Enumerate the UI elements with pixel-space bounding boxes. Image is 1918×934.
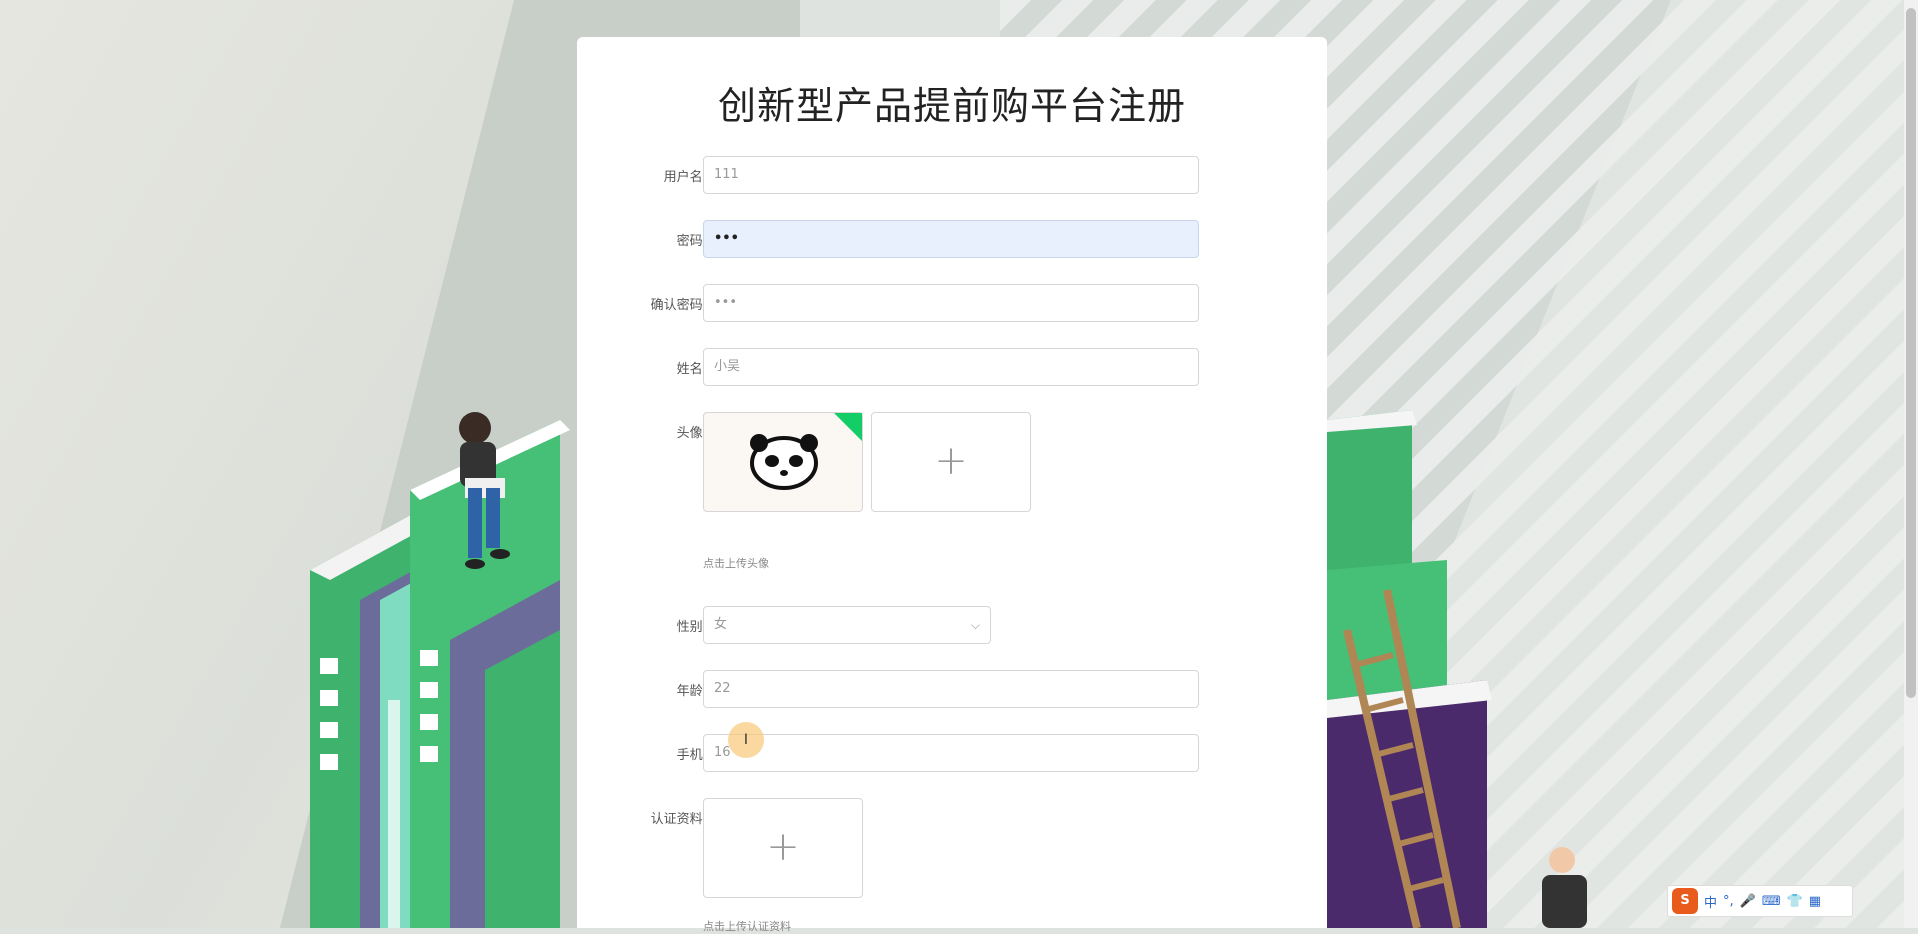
plus-icon: + [934,438,968,485]
username-label: 用户名: [663,170,707,185]
ime-punctuation[interactable]: °, [1723,894,1734,909]
books-illustration-right [1327,410,1587,928]
ime-chinese-mode[interactable]: 中 [1704,892,1717,911]
plus-icon: + [766,824,800,871]
name-row: 姓名: 小吴 [577,348,1327,388]
sogou-logo-icon: S [1672,888,1698,914]
avatar-uploaded-image[interactable] [703,412,863,512]
phone-input[interactable]: 16 [703,734,1199,772]
upload-success-corner [834,413,862,441]
keyboard-icon[interactable]: ⌨ [1762,894,1781,909]
register-card: 创新型产品提前购平台注册 用户名: 111 密码: ••• 确认密码: ••• … [577,37,1327,933]
avatar-hint: 点击上传头像 [703,557,769,570]
certification-hint: 点击上传认证资料 [703,920,791,933]
avatar-upload-button[interactable]: + [871,412,1031,512]
page-title: 创新型产品提前购平台注册 [717,84,1186,128]
skin-icon[interactable]: 👕 [1787,894,1803,909]
certification-label: 认证资料: [650,812,707,827]
page-scrollbar[interactable] [1904,0,1918,928]
username-input[interactable]: 111 [703,156,1199,194]
name-input[interactable]: 小吴 [703,348,1199,386]
avatar-row: 头像: + [577,412,1327,512]
confirm-password-label: 确认密码: [650,298,707,313]
gender-row: 性别: 女 ⌵ [577,606,1327,646]
gender-select[interactable]: 女 ⌵ [703,606,991,644]
confirm-password-input[interactable]: ••• [703,284,1199,322]
gender-selected-value: 女 [714,617,728,632]
certification-row: 认证资料: + [577,798,1327,898]
password-input[interactable]: ••• [703,220,1199,258]
microphone-icon[interactable]: 🎤 [1740,894,1756,909]
ime-toolbar[interactable]: S 中 °, 🎤 ⌨ 👕 ▦ [1667,885,1853,917]
age-row: 年龄: 22 [577,670,1327,710]
text-cursor-icon: I [728,722,764,758]
confirm-password-row: 确认密码: ••• [577,284,1327,324]
phone-row: 手机: 16 [577,734,1327,774]
grid-menu-icon[interactable]: ▦ [1809,894,1821,909]
username-row: 用户名: 111 [577,156,1327,196]
age-input[interactable]: 22 [703,670,1199,708]
person-illustration [459,412,510,569]
certification-upload-button[interactable]: + [703,798,863,898]
chevron-down-icon: ⌵ [970,618,980,632]
password-row: 密码: ••• [577,220,1327,260]
